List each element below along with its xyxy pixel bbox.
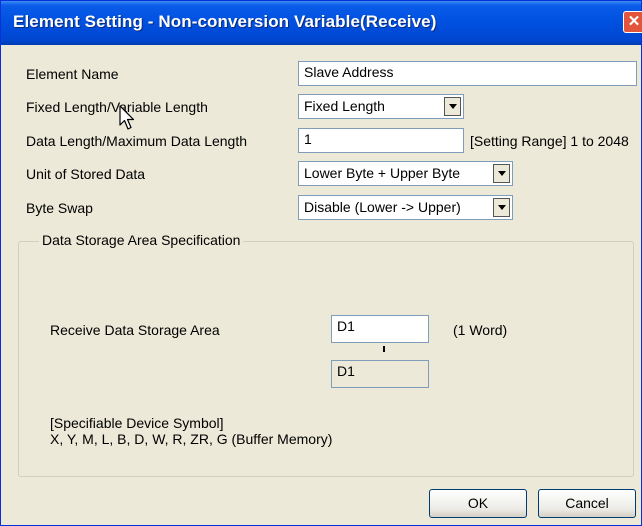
chevron-down-icon[interactable] xyxy=(493,164,510,183)
unit-select[interactable]: Lower Byte + Upper Byte xyxy=(298,161,513,186)
window-title: Element Setting - Non-conversion Variabl… xyxy=(13,12,437,31)
range-connector xyxy=(383,346,385,352)
word-count-text: (1 Word) xyxy=(453,322,508,338)
device-symbol-list: X, Y, M, L, B, D, W, R, ZR, G (Buffer Me… xyxy=(50,431,333,447)
receive-area-label: Receive Data Storage Area xyxy=(50,322,220,338)
device-symbol-header: [Specifiable Device Symbol] xyxy=(50,415,224,431)
title-bar[interactable]: Element Setting - Non-conversion Variabl… xyxy=(1,1,642,45)
element-name-input[interactable]: Slave Address xyxy=(298,61,637,86)
close-icon: ✕ xyxy=(627,13,641,30)
element-name-label: Element Name xyxy=(26,66,119,82)
length-type-label: Fixed Length/Variable Length xyxy=(26,99,208,115)
ok-button[interactable]: OK xyxy=(429,489,527,518)
length-type-value: Fixed Length xyxy=(304,98,385,114)
byte-swap-label: Byte Swap xyxy=(26,200,93,216)
setting-range-text: [Setting Range] 1 to 2048 xyxy=(470,133,629,149)
chevron-down-icon[interactable] xyxy=(493,198,510,217)
cancel-button[interactable]: Cancel xyxy=(538,489,636,518)
chevron-down-icon[interactable] xyxy=(444,97,461,116)
unit-label: Unit of Stored Data xyxy=(26,166,146,182)
data-length-input[interactable]: 1 xyxy=(298,128,464,153)
storage-group-title: Data Storage Area Specification xyxy=(39,232,244,248)
data-length-label: Data Length/Maximum Data Length xyxy=(26,133,248,149)
close-button[interactable]: ✕ xyxy=(623,11,642,33)
receive-area-end-field: D1 xyxy=(331,360,429,388)
dialog-window: Element Setting - Non-conversion Variabl… xyxy=(0,0,642,526)
receive-area-input[interactable]: D1 xyxy=(331,315,429,343)
length-type-select[interactable]: Fixed Length xyxy=(298,94,464,119)
byte-swap-value: Disable (Lower -> Upper) xyxy=(304,199,461,215)
byte-swap-select[interactable]: Disable (Lower -> Upper) xyxy=(298,195,513,220)
unit-value: Lower Byte + Upper Byte xyxy=(304,165,461,181)
mouse-pointer-icon xyxy=(119,105,135,130)
